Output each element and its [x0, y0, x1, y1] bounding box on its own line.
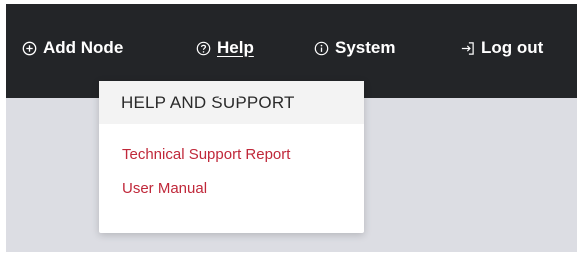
technical-support-report-link[interactable]: Technical Support Report	[99, 146, 364, 163]
logout-label: Log out	[481, 38, 544, 57]
add-node-button[interactable]: Add Node	[22, 37, 123, 59]
system-label: System	[335, 38, 396, 57]
logout-button[interactable]: Log out	[460, 37, 543, 59]
system-button[interactable]: System	[314, 37, 395, 59]
add-node-label: Add Node	[43, 38, 124, 57]
question-circle-icon	[196, 41, 211, 56]
plus-circle-icon	[22, 41, 37, 56]
dropdown-caret	[218, 87, 240, 98]
app-window: Add Node Help System Log out HELP AND SU…	[6, 4, 577, 252]
logout-icon	[460, 41, 475, 56]
help-dropdown-menu: HELP AND SUPPORT Technical Support Repor…	[99, 81, 364, 233]
user-manual-link[interactable]: User Manual	[99, 180, 364, 197]
help-label: Help	[217, 38, 254, 57]
info-circle-icon	[314, 41, 329, 56]
help-menu-button[interactable]: Help	[196, 37, 254, 59]
